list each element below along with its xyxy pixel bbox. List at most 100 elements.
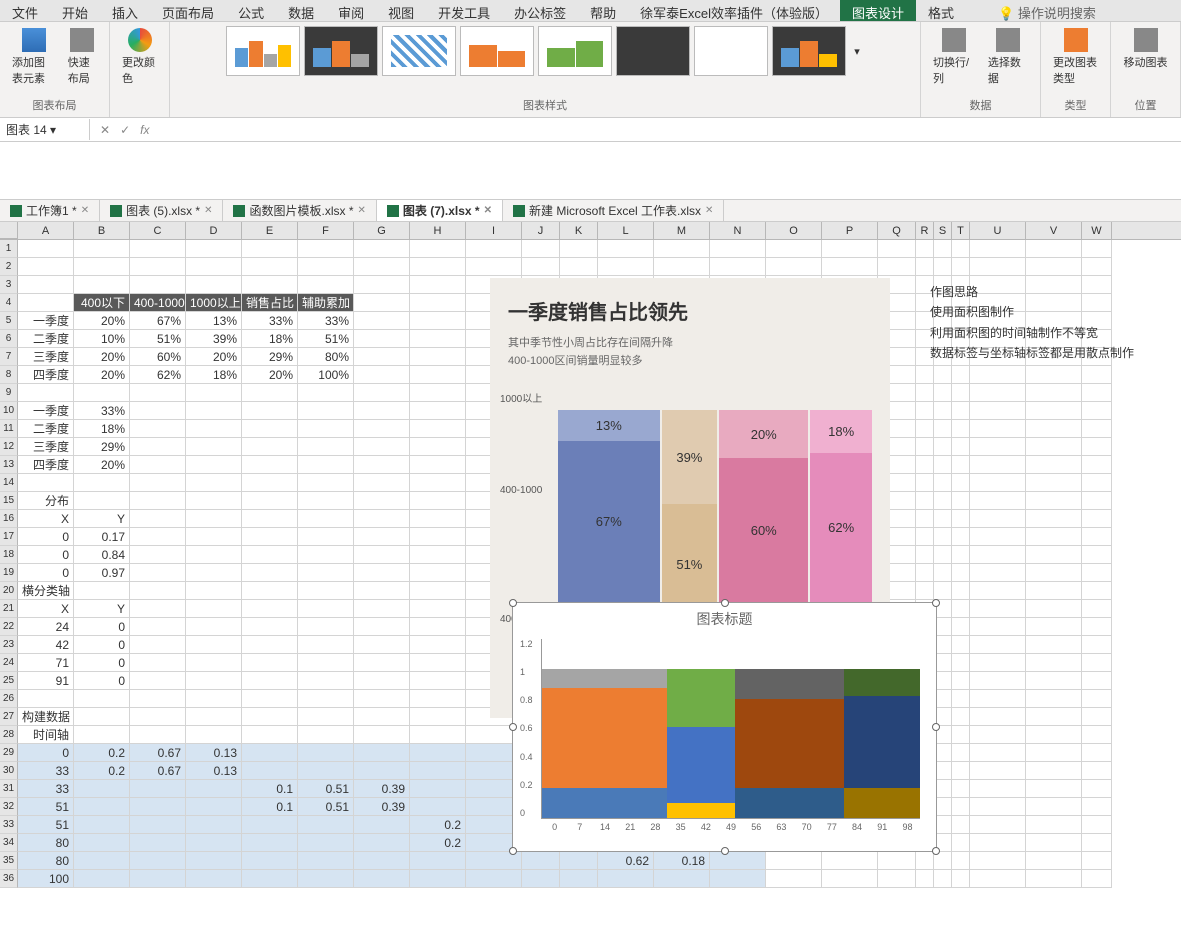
chart-style-3[interactable] bbox=[382, 26, 456, 76]
col-header[interactable]: S bbox=[934, 222, 952, 239]
cell[interactable] bbox=[298, 834, 354, 852]
cell[interactable] bbox=[970, 492, 1026, 510]
add-chart-element-button[interactable]: 添加图表元素 bbox=[8, 26, 60, 88]
cell[interactable] bbox=[298, 510, 354, 528]
cell[interactable]: 51 bbox=[18, 816, 74, 834]
chart-style-6[interactable] bbox=[616, 26, 690, 76]
cell[interactable] bbox=[1082, 492, 1112, 510]
cell[interactable] bbox=[18, 384, 74, 402]
cell[interactable] bbox=[952, 438, 970, 456]
cell[interactable] bbox=[242, 510, 298, 528]
cell[interactable] bbox=[298, 762, 354, 780]
cell[interactable] bbox=[242, 834, 298, 852]
cell[interactable]: 51 bbox=[18, 798, 74, 816]
cell[interactable]: 0.62 bbox=[598, 852, 654, 870]
cell[interactable] bbox=[186, 726, 242, 744]
cell[interactable] bbox=[298, 654, 354, 672]
cell[interactable] bbox=[298, 816, 354, 834]
cell[interactable] bbox=[934, 402, 952, 420]
cell[interactable] bbox=[710, 870, 766, 888]
cell[interactable] bbox=[242, 672, 298, 690]
row-header[interactable]: 23 bbox=[0, 636, 18, 654]
cell[interactable] bbox=[916, 582, 934, 600]
cell[interactable] bbox=[354, 762, 410, 780]
enter-icon[interactable]: ✓ bbox=[120, 123, 130, 137]
cell[interactable] bbox=[410, 546, 466, 564]
cell[interactable] bbox=[410, 870, 466, 888]
cell[interactable] bbox=[1026, 690, 1082, 708]
cell[interactable] bbox=[410, 852, 466, 870]
chart-style-8[interactable] bbox=[772, 26, 846, 76]
cell[interactable] bbox=[354, 312, 410, 330]
menu-layout[interactable]: 页面布局 bbox=[150, 0, 226, 21]
chart-style-4[interactable] bbox=[460, 26, 534, 76]
cell[interactable] bbox=[410, 690, 466, 708]
cell[interactable] bbox=[952, 510, 970, 528]
cell[interactable] bbox=[242, 492, 298, 510]
cell[interactable] bbox=[1026, 798, 1082, 816]
cell[interactable] bbox=[1082, 762, 1112, 780]
cell[interactable] bbox=[970, 258, 1026, 276]
cell[interactable] bbox=[298, 258, 354, 276]
cell[interactable] bbox=[186, 384, 242, 402]
cell[interactable] bbox=[242, 456, 298, 474]
cell[interactable] bbox=[186, 528, 242, 546]
cell[interactable] bbox=[598, 258, 654, 276]
cell[interactable] bbox=[130, 690, 186, 708]
cell[interactable] bbox=[18, 276, 74, 294]
cell[interactable] bbox=[1082, 420, 1112, 438]
cell[interactable] bbox=[298, 870, 354, 888]
cell[interactable] bbox=[1082, 384, 1112, 402]
cell[interactable] bbox=[952, 834, 970, 852]
cell[interactable] bbox=[242, 240, 298, 258]
cell[interactable] bbox=[952, 690, 970, 708]
cell[interactable]: 0.18 bbox=[654, 852, 710, 870]
menu-format[interactable]: 格式 bbox=[916, 0, 966, 21]
cell[interactable] bbox=[242, 816, 298, 834]
col-header[interactable]: Q bbox=[878, 222, 916, 239]
cell[interactable]: 100 bbox=[18, 870, 74, 888]
cell[interactable] bbox=[952, 672, 970, 690]
cell[interactable] bbox=[410, 798, 466, 816]
cell[interactable] bbox=[970, 780, 1026, 798]
cell[interactable] bbox=[970, 438, 1026, 456]
cell[interactable] bbox=[130, 870, 186, 888]
col-header[interactable]: M bbox=[654, 222, 710, 239]
cell[interactable] bbox=[1026, 870, 1082, 888]
cell[interactable]: 0.1 bbox=[242, 780, 298, 798]
cell[interactable] bbox=[410, 762, 466, 780]
cell[interactable] bbox=[410, 294, 466, 312]
cell[interactable] bbox=[354, 546, 410, 564]
cell[interactable]: 0 bbox=[74, 636, 130, 654]
cell[interactable]: 0.51 bbox=[298, 798, 354, 816]
row-header[interactable]: 29 bbox=[0, 744, 18, 762]
cell[interactable] bbox=[130, 564, 186, 582]
cell[interactable] bbox=[1082, 690, 1112, 708]
cell[interactable] bbox=[186, 564, 242, 582]
cell[interactable]: 39% bbox=[186, 330, 242, 348]
cell[interactable] bbox=[1026, 420, 1082, 438]
cell[interactable]: X bbox=[18, 510, 74, 528]
row-header[interactable]: 24 bbox=[0, 654, 18, 672]
col-header[interactable]: W bbox=[1082, 222, 1112, 239]
cell[interactable] bbox=[354, 528, 410, 546]
cell[interactable] bbox=[410, 564, 466, 582]
cell[interactable] bbox=[952, 618, 970, 636]
cell[interactable] bbox=[298, 474, 354, 492]
cell[interactable] bbox=[74, 690, 130, 708]
cell[interactable] bbox=[74, 240, 130, 258]
menu-help[interactable]: 帮助 bbox=[578, 0, 628, 21]
cell[interactable] bbox=[186, 456, 242, 474]
cell[interactable] bbox=[354, 816, 410, 834]
row-header[interactable]: 13 bbox=[0, 456, 18, 474]
cell[interactable] bbox=[242, 870, 298, 888]
cell[interactable] bbox=[1026, 258, 1082, 276]
cell[interactable]: 销售占比 bbox=[242, 294, 298, 312]
cell[interactable] bbox=[186, 402, 242, 420]
cell[interactable] bbox=[970, 618, 1026, 636]
cell[interactable] bbox=[410, 636, 466, 654]
menu-dev[interactable]: 开发工具 bbox=[426, 0, 502, 21]
cell[interactable] bbox=[654, 870, 710, 888]
cell[interactable] bbox=[130, 258, 186, 276]
row-header[interactable]: 4 bbox=[0, 294, 18, 312]
